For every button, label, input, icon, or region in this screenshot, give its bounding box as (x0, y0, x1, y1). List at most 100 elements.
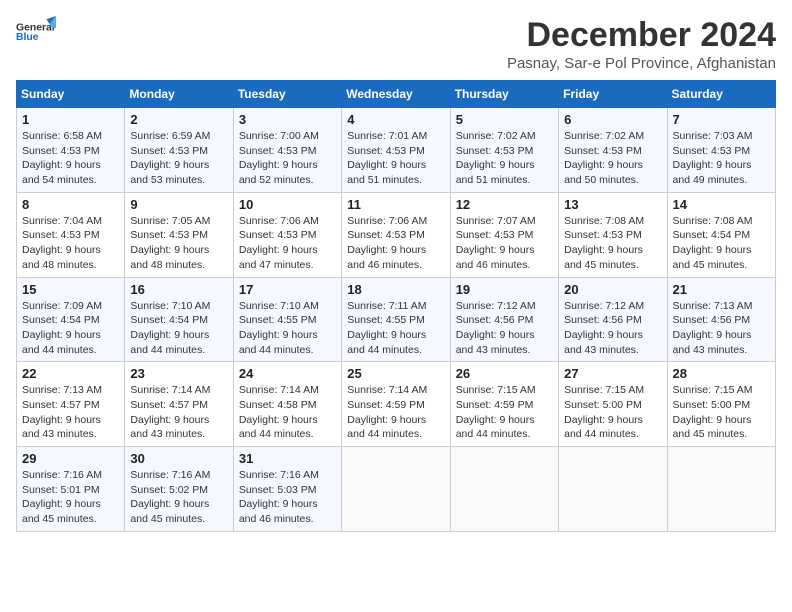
day-info: Sunrise: 7:06 AM Sunset: 4:53 PM Dayligh… (347, 214, 444, 273)
sunset-label: Sunset: (673, 399, 709, 411)
sunset-label: Sunset: (130, 399, 166, 411)
calendar-cell: 15 Sunrise: 7:09 AM Sunset: 4:54 PM Dayl… (17, 277, 125, 362)
daylight-label: Daylight: (564, 329, 605, 341)
day-info: Sunrise: 7:05 AM Sunset: 4:53 PM Dayligh… (130, 214, 227, 273)
calendar-cell: 16 Sunrise: 7:10 AM Sunset: 4:54 PM Dayl… (125, 277, 233, 362)
sunrise-label: Sunrise: (22, 130, 61, 142)
calendar-cell: 4 Sunrise: 7:01 AM Sunset: 4:53 PM Dayli… (342, 108, 450, 193)
day-info: Sunrise: 7:11 AM Sunset: 4:55 PM Dayligh… (347, 299, 444, 358)
calendar-cell: 12 Sunrise: 7:07 AM Sunset: 4:53 PM Dayl… (450, 192, 558, 277)
calendar-cell: 5 Sunrise: 7:02 AM Sunset: 4:53 PM Dayli… (450, 108, 558, 193)
sunrise-label: Sunrise: (456, 384, 495, 396)
sunrise-label: Sunrise: (564, 215, 603, 227)
calendar-cell: 18 Sunrise: 7:11 AM Sunset: 4:55 PM Dayl… (342, 277, 450, 362)
sunset-label: Sunset: (564, 229, 600, 241)
daylight-label: Daylight: (130, 244, 171, 256)
day-number: 6 (564, 112, 661, 127)
calendar-cell: 27 Sunrise: 7:15 AM Sunset: 5:00 PM Dayl… (559, 362, 667, 447)
logo-icon: General Blue (16, 16, 56, 44)
sunrise-label: Sunrise: (456, 215, 495, 227)
sunrise-label: Sunrise: (347, 300, 386, 312)
daylight-label: Daylight: (22, 414, 63, 426)
day-info: Sunrise: 7:15 AM Sunset: 5:00 PM Dayligh… (564, 383, 661, 442)
daylight-label: Daylight: (456, 329, 497, 341)
sunrise-label: Sunrise: (347, 215, 386, 227)
sunrise-label: Sunrise: (239, 130, 278, 142)
daylight-label: Daylight: (564, 159, 605, 171)
sunrise-label: Sunrise: (239, 215, 278, 227)
sunset-label: Sunset: (130, 484, 166, 496)
day-info: Sunrise: 7:02 AM Sunset: 4:53 PM Dayligh… (456, 129, 553, 188)
day-info: Sunrise: 7:12 AM Sunset: 4:56 PM Dayligh… (564, 299, 661, 358)
day-info: Sunrise: 7:06 AM Sunset: 4:53 PM Dayligh… (239, 214, 336, 273)
daylight-label: Daylight: (22, 498, 63, 510)
day-info: Sunrise: 7:14 AM Sunset: 4:57 PM Dayligh… (130, 383, 227, 442)
sunrise-label: Sunrise: (130, 469, 169, 481)
day-info: Sunrise: 7:07 AM Sunset: 4:53 PM Dayligh… (456, 214, 553, 273)
day-number: 13 (564, 197, 661, 212)
sunset-label: Sunset: (456, 229, 492, 241)
calendar-cell (342, 447, 450, 532)
sunset-label: Sunset: (673, 229, 709, 241)
calendar-cell: 11 Sunrise: 7:06 AM Sunset: 4:53 PM Dayl… (342, 192, 450, 277)
sunrise-label: Sunrise: (239, 469, 278, 481)
day-info: Sunrise: 7:10 AM Sunset: 4:54 PM Dayligh… (130, 299, 227, 358)
day-info: Sunrise: 7:03 AM Sunset: 4:53 PM Dayligh… (673, 129, 770, 188)
sunset-label: Sunset: (456, 145, 492, 157)
calendar-week-row: 1 Sunrise: 6:58 AM Sunset: 4:53 PM Dayli… (17, 108, 776, 193)
calendar-cell: 10 Sunrise: 7:06 AM Sunset: 4:53 PM Dayl… (233, 192, 341, 277)
weekday-header: Monday (125, 81, 233, 108)
sunrise-label: Sunrise: (673, 215, 712, 227)
daylight-label: Daylight: (456, 244, 497, 256)
daylight-label: Daylight: (239, 498, 280, 510)
calendar-table: SundayMondayTuesdayWednesdayThursdayFrid… (16, 80, 776, 532)
sunrise-label: Sunrise: (673, 300, 712, 312)
sunset-label: Sunset: (22, 399, 58, 411)
calendar-body: 1 Sunrise: 6:58 AM Sunset: 4:53 PM Dayli… (17, 108, 776, 532)
calendar-week-row: 8 Sunrise: 7:04 AM Sunset: 4:53 PM Dayli… (17, 192, 776, 277)
calendar-cell (667, 447, 775, 532)
calendar-week-row: 22 Sunrise: 7:13 AM Sunset: 4:57 PM Dayl… (17, 362, 776, 447)
sunset-label: Sunset: (239, 484, 275, 496)
sunrise-label: Sunrise: (564, 384, 603, 396)
calendar-cell: 7 Sunrise: 7:03 AM Sunset: 4:53 PM Dayli… (667, 108, 775, 193)
sunrise-label: Sunrise: (130, 215, 169, 227)
calendar-cell: 3 Sunrise: 7:00 AM Sunset: 4:53 PM Dayli… (233, 108, 341, 193)
daylight-label: Daylight: (239, 329, 280, 341)
sunset-label: Sunset: (456, 314, 492, 326)
day-number: 26 (456, 366, 553, 381)
day-number: 24 (239, 366, 336, 381)
daylight-label: Daylight: (347, 244, 388, 256)
title-block: December 2024 Pasnay, Sar-e Pol Province… (507, 16, 776, 72)
weekday-header: Friday (559, 81, 667, 108)
daylight-label: Daylight: (130, 414, 171, 426)
calendar-cell: 31 Sunrise: 7:16 AM Sunset: 5:03 PM Dayl… (233, 447, 341, 532)
day-number: 7 (673, 112, 770, 127)
calendar-cell: 17 Sunrise: 7:10 AM Sunset: 4:55 PM Dayl… (233, 277, 341, 362)
weekday-header: Thursday (450, 81, 558, 108)
sunset-label: Sunset: (22, 229, 58, 241)
sunset-label: Sunset: (239, 399, 275, 411)
daylight-label: Daylight: (673, 329, 714, 341)
sunset-label: Sunset: (130, 229, 166, 241)
sunrise-label: Sunrise: (22, 215, 61, 227)
day-info: Sunrise: 7:02 AM Sunset: 4:53 PM Dayligh… (564, 129, 661, 188)
day-info: Sunrise: 6:59 AM Sunset: 4:53 PM Dayligh… (130, 129, 227, 188)
day-number: 2 (130, 112, 227, 127)
sunrise-label: Sunrise: (564, 130, 603, 142)
day-number: 8 (22, 197, 119, 212)
sunset-label: Sunset: (22, 145, 58, 157)
daylight-label: Daylight: (456, 414, 497, 426)
day-number: 23 (130, 366, 227, 381)
daylight-label: Daylight: (564, 244, 605, 256)
calendar-cell: 21 Sunrise: 7:13 AM Sunset: 4:56 PM Dayl… (667, 277, 775, 362)
sunset-label: Sunset: (130, 314, 166, 326)
sunset-label: Sunset: (347, 145, 383, 157)
day-info: Sunrise: 7:13 AM Sunset: 4:56 PM Dayligh… (673, 299, 770, 358)
day-number: 5 (456, 112, 553, 127)
day-number: 17 (239, 282, 336, 297)
sunset-label: Sunset: (347, 399, 383, 411)
daylight-label: Daylight: (239, 244, 280, 256)
calendar-cell: 25 Sunrise: 7:14 AM Sunset: 4:59 PM Dayl… (342, 362, 450, 447)
daylight-label: Daylight: (673, 244, 714, 256)
